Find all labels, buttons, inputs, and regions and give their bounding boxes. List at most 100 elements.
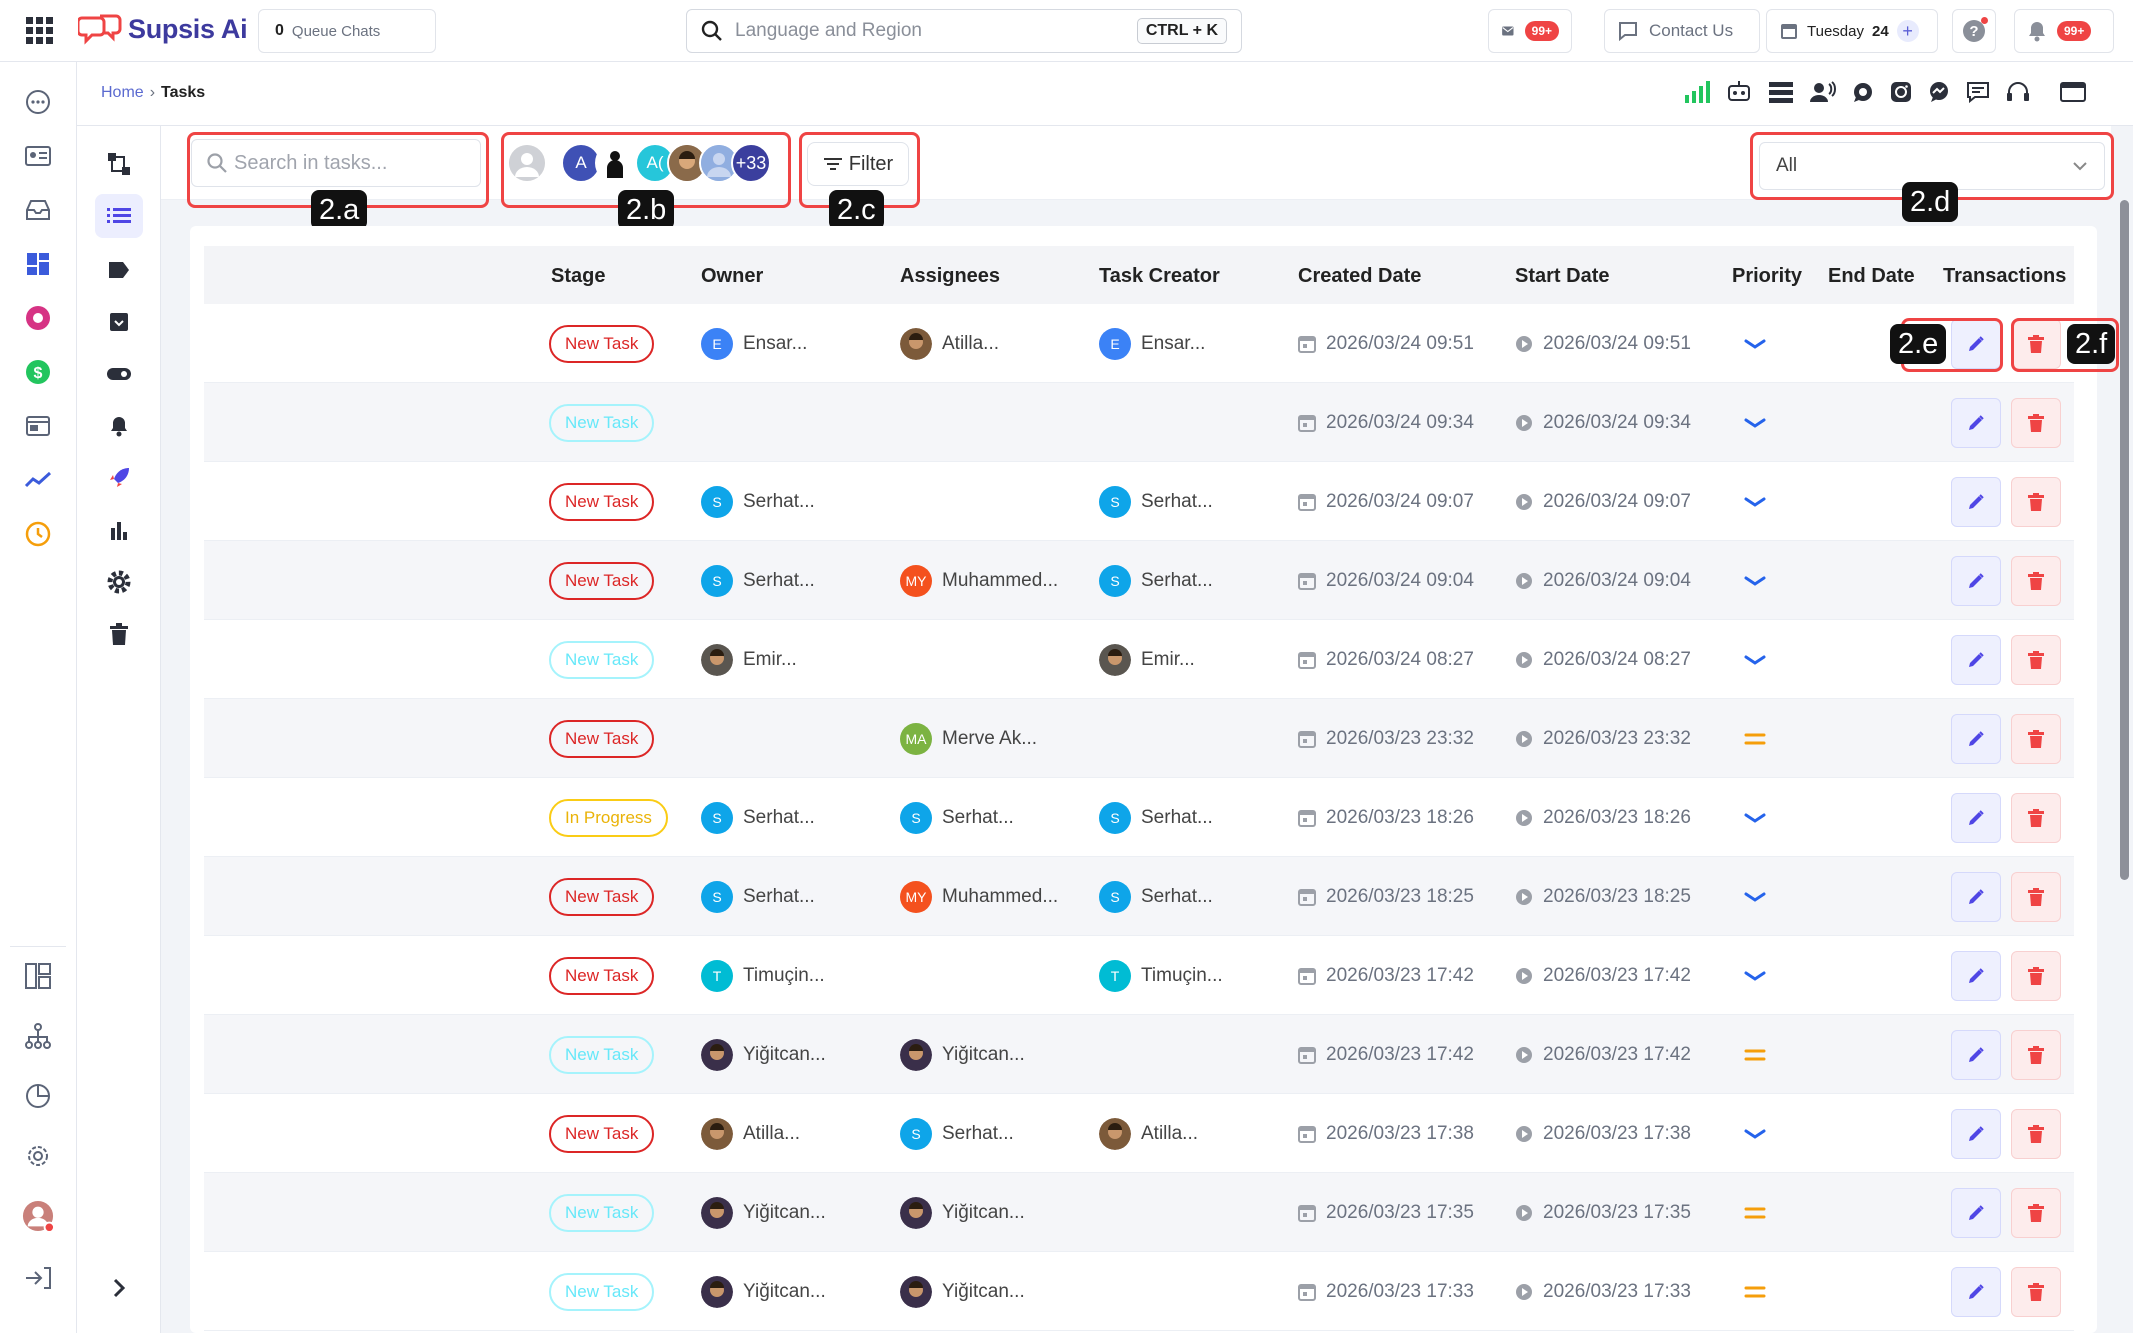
reports-pie-icon[interactable] (22, 1080, 54, 1112)
table-row[interactable]: In Progress S Serhat... S Serhat... S Serhat..… (204, 778, 2074, 857)
user-name[interactable]: Serhat... (1141, 491, 1213, 513)
priority-medium-icon[interactable] (1744, 732, 1766, 746)
archive-icon[interactable] (95, 300, 143, 344)
logout-icon[interactable] (22, 1262, 54, 1294)
messenger-icon[interactable] (1928, 81, 1950, 103)
headset-icon[interactable] (2006, 81, 2030, 103)
user-name[interactable]: Timuçin... (1141, 965, 1223, 987)
user-name[interactable]: Serhat... (1141, 570, 1213, 592)
delete-task-button[interactable] (2011, 1029, 2061, 1080)
user-name[interactable]: Serhat... (942, 1123, 1014, 1145)
chats-icon[interactable] (22, 86, 54, 118)
stage-badge[interactable]: New Task (549, 1035, 655, 1074)
table-row[interactable]: New Task S Serhat... MY Muhammed... S Serhat..… (204, 541, 2074, 620)
edit-task-button[interactable] (1951, 871, 2001, 922)
edit-task-button[interactable] (1951, 476, 2001, 527)
user-name[interactable]: Timuçin... (743, 965, 825, 987)
col-task-creator[interactable]: Task Creator (1099, 265, 1220, 288)
delete-task-button[interactable] (2011, 792, 2061, 843)
edit-task-button[interactable] (1951, 1108, 2001, 1159)
priority-low-icon[interactable] (1744, 970, 1766, 982)
edit-task-button[interactable] (1951, 792, 2001, 843)
history-clock-icon[interactable] (22, 518, 54, 550)
stage-badge[interactable]: New Task (549, 1193, 655, 1232)
user-name[interactable]: Serhat... (743, 807, 815, 829)
user-name[interactable]: Serhat... (1141, 807, 1213, 829)
stage-badge[interactable]: New Task (549, 877, 655, 916)
delete-task-button[interactable] (2011, 634, 2061, 685)
scrollbar[interactable] (2120, 200, 2129, 880)
delete-task-button[interactable] (2011, 950, 2061, 1001)
avatar[interactable] (507, 143, 547, 183)
user-name[interactable]: Atilla... (743, 1123, 800, 1145)
edit-task-button[interactable] (1951, 318, 2001, 369)
delete-task-button[interactable] (2011, 1266, 2061, 1317)
stage-badge[interactable]: New Task (549, 956, 655, 995)
delete-task-button[interactable] (2011, 1108, 2061, 1159)
table-row[interactable]: New Task Yiğitcan... Yiğitcan... 2026/03/23… (204, 1015, 2074, 1094)
user-name[interactable]: Serhat... (942, 807, 1014, 829)
priority-medium-icon[interactable] (1744, 1048, 1766, 1062)
signal-bars-icon[interactable] (1684, 81, 1710, 103)
rocket-icon[interactable] (95, 456, 143, 500)
priority-medium-icon[interactable] (1744, 1285, 1766, 1299)
user-avatar[interactable] (22, 1200, 54, 1233)
user-name[interactable]: Yiğitcan... (743, 1044, 826, 1066)
priority-low-icon[interactable] (1744, 575, 1766, 587)
user-filter-avatars[interactable]: A A( +33 (507, 139, 771, 187)
edit-task-button[interactable] (1951, 713, 2001, 764)
whatsapp-icon[interactable] (1852, 81, 1874, 103)
user-name[interactable]: Yiğitcan... (942, 1044, 1025, 1066)
browser-icon[interactable] (22, 410, 54, 442)
table-row[interactable]: New Task Yiğitcan... Yiğitcan... 2026/03/23… (204, 1173, 2074, 1252)
priority-low-icon[interactable] (1744, 812, 1766, 824)
priority-low-icon[interactable] (1744, 338, 1766, 350)
col-priority[interactable]: Priority (1732, 265, 1802, 288)
user-name[interactable]: Serhat... (743, 491, 815, 513)
stage-badge[interactable]: New Task (549, 324, 655, 363)
users-icon[interactable] (1810, 81, 1836, 103)
stage-badge[interactable]: New Task (549, 1272, 655, 1311)
user-name[interactable]: Muhammed... (942, 886, 1058, 908)
user-name[interactable]: Ensar... (743, 333, 807, 355)
user-name[interactable]: Emir... (743, 649, 797, 671)
task-search-input[interactable]: Search in tasks... (191, 139, 481, 187)
delete-task-button[interactable] (2011, 476, 2061, 527)
stage-badge[interactable]: New Task (549, 403, 655, 442)
user-name[interactable]: Yiğitcan... (743, 1202, 826, 1224)
reminder-bell-icon[interactable] (95, 404, 143, 448)
sms-icon[interactable] (1966, 81, 1990, 103)
contacts-icon[interactable] (22, 140, 54, 172)
date-widget[interactable]: Tuesday 24 + (1766, 9, 1938, 53)
org-chart-icon[interactable] (22, 1020, 54, 1052)
avatar[interactable] (595, 143, 635, 183)
user-name[interactable]: Merve Ak... (942, 728, 1037, 750)
user-name[interactable]: Serhat... (743, 570, 815, 592)
analytics-trend-icon[interactable] (22, 464, 54, 496)
delete-task-button[interactable] (2011, 1187, 2061, 1238)
user-name[interactable]: Serhat... (1141, 886, 1213, 908)
queue-chats-button[interactable]: 0 Queue Chats (258, 9, 436, 53)
inbox-icon[interactable] (22, 194, 54, 226)
priority-low-icon[interactable] (1744, 1128, 1766, 1140)
brand-logo[interactable]: Supsis Ai (78, 12, 248, 46)
bar-chart-icon[interactable] (95, 508, 143, 552)
col-created-date[interactable]: Created Date (1298, 265, 1421, 288)
more-users-count[interactable]: +33 (731, 143, 771, 183)
user-name[interactable]: Serhat... (743, 886, 815, 908)
layout-panels-icon[interactable] (22, 960, 54, 992)
toggle-icon[interactable] (95, 352, 143, 396)
task-list-icon[interactable] (95, 194, 143, 238)
stage-badge[interactable]: New Task (549, 719, 655, 758)
priority-low-icon[interactable] (1744, 496, 1766, 508)
billing-icon[interactable]: $ (22, 356, 54, 388)
user-name[interactable]: Muhammed... (942, 570, 1058, 592)
instagram-icon[interactable] (1890, 81, 1912, 103)
add-event-icon[interactable]: + (1896, 20, 1919, 42)
expand-sidebar-chevron-icon[interactable] (95, 1266, 143, 1310)
table-row[interactable]: New Task MA Merve Ak... 2026/03/23 23:32 202… (204, 699, 2074, 778)
delete-task-button[interactable] (2011, 871, 2061, 922)
edit-task-button[interactable] (1951, 1187, 2001, 1238)
table-row[interactable]: New Task Yiğitcan... Yiğitcan... 2026/03/23… (204, 1252, 2074, 1331)
stage-badge[interactable]: New Task (549, 640, 655, 679)
